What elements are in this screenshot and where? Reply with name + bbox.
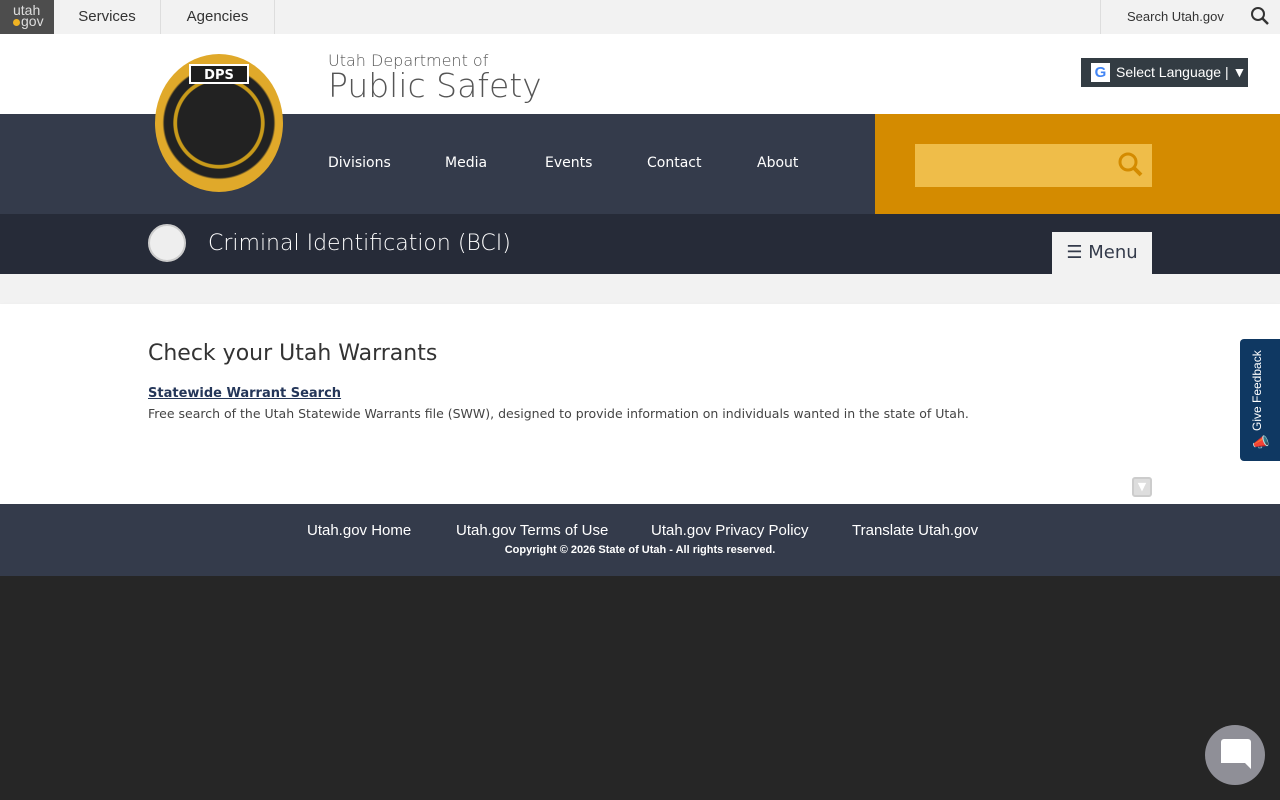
menu-button[interactable]: ☰ Menu [1052,232,1152,274]
search-icon[interactable] [1118,152,1144,178]
services-button[interactable]: Services [54,0,161,34]
nav-divisions[interactable]: Divisions [328,155,391,171]
scroll-down-icon[interactable]: ▼ [1132,477,1152,497]
google-icon: G [1091,63,1110,82]
footer-link-terms[interactable]: Utah.gov Terms of Use [456,522,608,539]
hamburger-icon: ☰ [1066,242,1083,263]
language-label: Select Language [1116,64,1222,80]
give-feedback-tab[interactable]: Give Feedback 📣 [1240,339,1280,461]
copyright: Copyright © 2026 State of Utah - All rig… [504,544,776,556]
utah-gov-logo[interactable]: utah gov [0,0,54,34]
utah-gov-topbar: utah gov Services Agencies Search Utah.go… [0,0,1280,34]
nav-media[interactable]: Media [445,155,487,171]
footer-link-privacy[interactable]: Utah.gov Privacy Policy [651,522,809,539]
seal-text: DPS [189,64,249,84]
page-heading: Check your Utah Warrants [148,341,438,366]
main-content: Check your Utah Warrants Statewide Warra… [0,304,1280,464]
section-title[interactable]: Criminal Identification (BCI) [208,231,511,256]
nav-events[interactable]: Events [545,155,592,171]
nav-contact[interactable]: Contact [647,155,701,171]
agencies-button[interactable]: Agencies [161,0,275,34]
site-search-input[interactable] [915,144,1152,187]
select-language-dropdown[interactable]: G Select Language | ▼ [1081,58,1248,87]
bci-logo [148,224,186,262]
footer-link-translate[interactable]: Translate Utah.gov [852,522,978,539]
search-utah-button[interactable]: Search Utah.gov [1100,0,1280,34]
nav-about[interactable]: About [757,155,798,171]
feedback-label: Give Feedback [1250,350,1264,431]
dept-title[interactable]: Public Safety [328,66,542,105]
search-utah-label: Search Utah.gov [1127,9,1224,24]
footer: Utah.gov Home Utah.gov Terms of Use Utah… [0,504,1280,576]
chat-bubble-icon [1221,739,1251,769]
chat-button[interactable] [1205,725,1265,785]
statewide-warrant-search-link[interactable]: Statewide Warrant Search [148,386,341,401]
logo-sub: gov [21,13,44,29]
menu-label: Menu [1088,242,1138,263]
megaphone-icon: 📣 [1252,435,1270,451]
footer-link-home[interactable]: Utah.gov Home [307,522,411,539]
main-nav: Divisions Media Events Contact About [0,114,875,214]
section-header: Criminal Identification (BCI) ☰ Menu [0,214,1280,274]
logo-dot-icon [13,19,20,26]
link-description: Free search of the Utah Statewide Warran… [148,406,969,421]
below-content: ▼ [0,464,1280,504]
dps-seal-logo[interactable]: DPS [155,54,283,192]
site-search [875,114,1280,214]
spacer [0,274,1280,304]
search-icon [1251,7,1269,25]
